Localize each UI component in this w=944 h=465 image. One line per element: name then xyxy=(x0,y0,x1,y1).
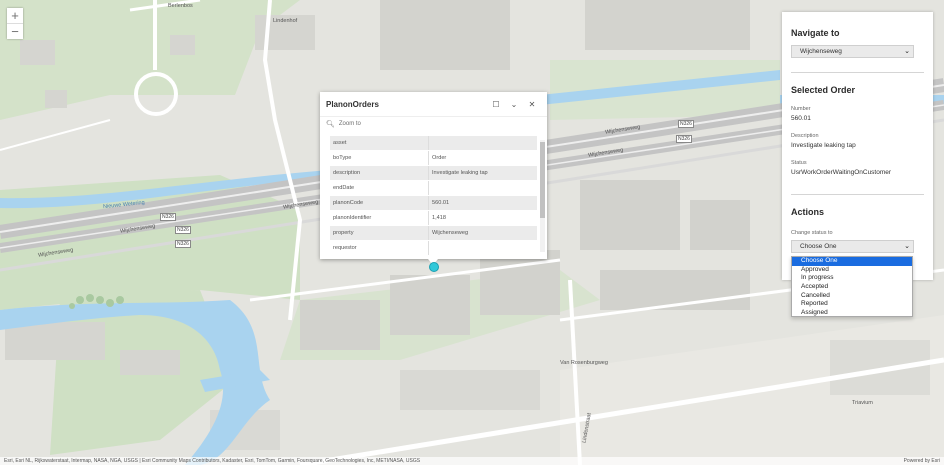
attribute-table-container[interactable]: asset boType Order description Investigate… xyxy=(320,136,547,259)
road-shield: N326 xyxy=(678,120,694,128)
zoom-to-button[interactable]: 🔍︎ Zoom to xyxy=(320,117,547,131)
attr-value: Order xyxy=(428,150,537,166)
scrollbar-thumb[interactable] xyxy=(540,142,545,218)
table-row: requestor xyxy=(330,240,537,256)
divider xyxy=(791,194,924,195)
chevron-down-icon: ⌄ xyxy=(904,243,910,250)
navigate-select[interactable]: Wijchenseweg ⌄ xyxy=(791,45,914,58)
navigate-title: Navigate to xyxy=(791,28,840,38)
attr-key: asset xyxy=(330,136,429,151)
attr-value: 1,418 xyxy=(428,210,537,226)
change-status-value: Choose One xyxy=(800,243,837,250)
attr-key: boType xyxy=(330,150,429,166)
attr-key: planonCode xyxy=(330,195,429,211)
change-status-label: Change status to xyxy=(791,230,833,236)
map-label-lindenhof: Lindenhof xyxy=(273,18,298,24)
road-shield: N326 xyxy=(676,135,692,143)
status-value: UsrWorkOrderWaitingOnCustomer xyxy=(791,169,892,176)
zoom-out-button[interactable]: − xyxy=(7,24,23,39)
feature-marker[interactable] xyxy=(429,262,439,272)
zoom-control: + − xyxy=(7,8,23,39)
dropdown-option[interactable]: Approved xyxy=(792,266,912,275)
attr-key: planonIdentifier xyxy=(330,210,429,226)
zoom-to-icon: 🔍︎ xyxy=(326,121,335,128)
attr-value xyxy=(428,136,537,151)
table-row: description Investigate leaking tap xyxy=(330,165,537,181)
table-row: planonCode 560.01 xyxy=(330,195,537,211)
chevron-down-icon: ⌄ xyxy=(904,48,910,55)
status-label: Status xyxy=(791,160,807,166)
attr-value: 560.01 xyxy=(428,195,537,211)
actions-title: Actions xyxy=(791,207,825,217)
number-label: Number xyxy=(791,106,811,112)
table-row: planonIdentifier 1,418 xyxy=(330,210,537,226)
dropdown-option[interactable]: Choose One xyxy=(792,257,912,266)
popup-header: PlanonOrders ☐ ⌄ ✕ xyxy=(320,92,547,117)
attr-key: endDate xyxy=(330,180,429,196)
zoom-to-label: Zoom to xyxy=(338,121,361,127)
dropdown-option[interactable]: Assigned xyxy=(792,309,912,318)
map-label-berlenbos: Berlenbos xyxy=(168,3,193,9)
attr-key: requestor xyxy=(330,240,429,256)
description-value: Investigate leaking tap xyxy=(791,142,856,149)
popup-scrollbar[interactable] xyxy=(540,140,545,252)
attr-value: Wijchenseweg xyxy=(428,225,537,241)
selected-order-title: Selected Order xyxy=(791,85,856,95)
navigate-select-value: Wijchenseweg xyxy=(800,48,842,55)
change-status-select[interactable]: Choose One ⌄ xyxy=(791,240,914,253)
status-dropdown-list: Choose One Approved In progress Accepted… xyxy=(791,256,913,317)
close-icon[interactable]: ✕ xyxy=(523,100,541,109)
feature-popup: PlanonOrders ☐ ⌄ ✕ 🔍︎ Zoom to asset boTy… xyxy=(320,92,547,259)
attr-key: property xyxy=(330,225,429,241)
road-shield: N326 xyxy=(175,226,191,234)
dropdown-option[interactable]: Cancelled xyxy=(792,292,912,301)
divider xyxy=(791,72,924,73)
attribution-bar: Esri, Esri NL, Rijkswaterstaat, Intermap… xyxy=(0,457,944,465)
map-label-van-rosenburgweg: Van Rosenburgweg xyxy=(560,360,608,366)
road-shield: N326 xyxy=(160,213,176,221)
zoom-in-button[interactable]: + xyxy=(7,8,23,24)
map-label-triavium: Triavium xyxy=(852,400,873,406)
description-label: Description xyxy=(791,133,819,139)
dropdown-option[interactable]: Reported xyxy=(792,300,912,309)
attr-key: description xyxy=(330,165,429,181)
popup-title: PlanonOrders xyxy=(326,99,379,109)
table-row: asset xyxy=(330,136,537,151)
powered-by-esri-link[interactable]: Powered by Esri xyxy=(904,457,940,465)
attr-value: Investigate leaking tap xyxy=(428,165,537,181)
collapse-icon[interactable]: ⌄ xyxy=(505,100,523,109)
attr-value xyxy=(428,240,537,256)
dropdown-option[interactable]: In progress xyxy=(792,274,912,283)
side-panel: Navigate to Wijchenseweg ⌄ Selected Orde… xyxy=(782,12,933,280)
dropdown-option[interactable]: Accepted xyxy=(792,283,912,292)
maximize-icon[interactable]: ☐ xyxy=(487,100,505,109)
table-row: boType Order xyxy=(330,150,537,166)
road-shield: N326 xyxy=(175,240,191,248)
attribution-text[interactable]: Esri, Esri NL, Rijkswaterstaat, Intermap… xyxy=(4,457,420,465)
number-value: 560.01 xyxy=(791,115,811,122)
attr-value xyxy=(428,180,537,196)
table-row: endDate xyxy=(330,180,537,196)
table-row: property Wijchenseweg xyxy=(330,225,537,241)
attribute-table: asset boType Order description Investigate… xyxy=(330,136,537,256)
